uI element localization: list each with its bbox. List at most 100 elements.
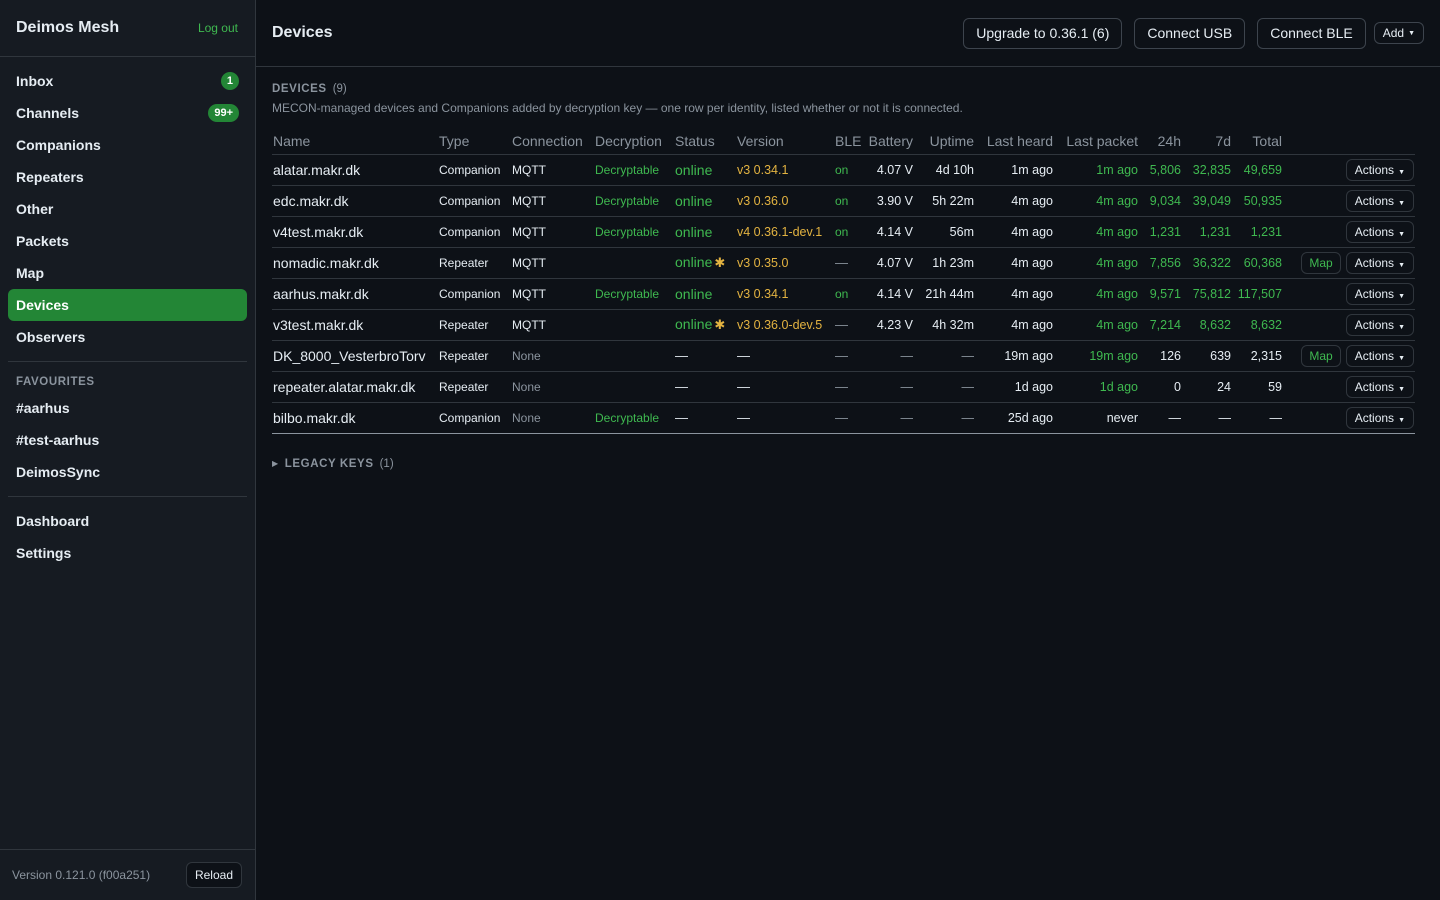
device-name: nomadic.makr.dk — [272, 247, 438, 279]
actions-button-label: Actions — [1354, 348, 1395, 363]
device-actions-cell: Map Actions ▼ — [1286, 247, 1415, 279]
device-count-total: 1,231 — [1235, 216, 1286, 248]
caret-down-icon: ▼ — [1398, 230, 1405, 238]
actions-button[interactable]: Actions ▼ — [1345, 251, 1414, 274]
upgrade-button[interactable]: Upgrade to 0.36.1 (6) — [963, 17, 1123, 49]
connect-ble-button[interactable]: Connect BLE — [1257, 17, 1366, 49]
device-type: Repeater — [438, 247, 511, 279]
actions-button[interactable]: Actions ▼ — [1345, 313, 1414, 336]
device-last-heard: 19m ago — [978, 340, 1057, 372]
device-decryption — [594, 247, 674, 279]
add-button[interactable]: Add ▼ — [1373, 22, 1424, 44]
actions-button[interactable]: Actions ▼ — [1345, 406, 1414, 429]
sidebar-item-inbox[interactable]: Inbox 1 — [8, 65, 247, 97]
column-header-battery: Battery — [867, 128, 917, 155]
device-uptime: 5h 22m — [917, 185, 978, 217]
device-version: — — [736, 402, 834, 434]
sidebar-item-channels[interactable]: Channels 99+ — [8, 97, 247, 129]
device-actions-cell: Actions ▼ — [1286, 402, 1415, 434]
sidebar-item-packets[interactable]: Packets — [8, 225, 247, 257]
status-label: — — [675, 410, 688, 425]
device-ble: — — [834, 371, 867, 403]
device-connection: MQTT — [511, 247, 594, 279]
favourite-item-aarhus[interactable]: #aarhus — [8, 392, 247, 424]
legacy-keys-count: (1) — [379, 457, 394, 470]
favourite-label: #test-aarhus — [16, 432, 100, 448]
device-actions: Actions ▼ — [1287, 375, 1414, 398]
sidebar-item-dashboard[interactable]: Dashboard — [8, 505, 247, 537]
sidebar-divider — [8, 361, 247, 362]
device-status: online — [674, 154, 736, 186]
device-actions: Map Actions ▼ — [1287, 251, 1414, 274]
device-count-total: 8,632 — [1235, 309, 1286, 341]
caret-down-icon: ▼ — [1398, 354, 1405, 362]
device-type: Companion — [438, 402, 511, 434]
legacy-keys-toggle[interactable]: ▶ LEGACY KEYS (1) — [272, 458, 1424, 470]
device-actions: Map Actions ▼ — [1287, 344, 1414, 367]
device-ble: on — [834, 278, 867, 310]
actions-button[interactable]: Actions ▼ — [1345, 189, 1414, 212]
device-count-24h: 7,856 — [1142, 247, 1185, 279]
logout-link[interactable]: Log out — [198, 21, 238, 35]
device-ble: — — [834, 247, 867, 279]
device-version: v3 0.36.0-dev.5 — [736, 309, 834, 341]
device-last-packet: never — [1057, 402, 1142, 434]
sidebar-item-label: Packets — [16, 233, 69, 249]
sidebar-header: Deimos Mesh Log out — [0, 0, 255, 57]
device-ble: — — [834, 402, 867, 434]
devices-table: Name Type Connection Decryption Status Versio… — [272, 128, 1415, 434]
main-panel: Devices Upgrade to 0.36.1 (6) Connect US… — [256, 0, 1440, 900]
sidebar-item-devices[interactable]: Devices — [8, 289, 247, 321]
device-actions-cell: Map Actions ▼ — [1286, 340, 1415, 372]
sidebar-item-repeaters[interactable]: Repeaters — [8, 161, 247, 193]
device-type: Companion — [438, 278, 511, 310]
device-battery: — — [867, 371, 917, 403]
device-decryption: Decryptable — [594, 216, 674, 248]
device-status: — — [674, 340, 736, 372]
topbar-actions: Upgrade to 0.36.1 (6) Connect USB Connec… — [963, 17, 1424, 49]
column-header-last-heard: Last heard — [978, 128, 1057, 155]
sidebar-item-label: Dashboard — [16, 513, 90, 529]
section-title-label: DEVICES — [272, 83, 327, 95]
sidebar-item-label: Channels — [16, 105, 80, 121]
device-uptime: 56m — [917, 216, 978, 248]
sidebar-item-companions[interactable]: Companions — [8, 129, 247, 161]
sidebar-item-map[interactable]: Map — [8, 257, 247, 289]
sidebar-item-other[interactable]: Other — [8, 193, 247, 225]
device-uptime: 21h 44m — [917, 278, 978, 310]
sidebar-item-settings[interactable]: Settings — [8, 537, 247, 569]
device-version: — — [736, 340, 834, 372]
table-row: DK_8000_VesterbroTorv Repeater None — — — — —19… — [272, 340, 1415, 372]
connect-usb-button[interactable]: Connect USB — [1134, 17, 1246, 49]
device-decryption: Decryptable — [594, 154, 674, 186]
table-row: v3test.makr.dk Repeater MQTT online ✱ v3 0.36… — [272, 309, 1415, 341]
favourite-item-deimossync[interactable]: DeimosSync — [8, 456, 247, 488]
actions-button[interactable]: Actions ▼ — [1345, 344, 1414, 367]
status-label: online — [675, 161, 713, 178]
sidebar-item-observers[interactable]: Observers — [8, 321, 247, 353]
table-row: v4test.makr.dk Companion MQTT Decryptable on… — [272, 216, 1415, 248]
device-actions: Actions ▼ — [1287, 220, 1414, 243]
actions-button[interactable]: Actions ▼ — [1345, 158, 1414, 181]
status-label: online — [675, 254, 713, 270]
favourite-item-test-aarhus[interactable]: #test-aarhus — [8, 424, 247, 456]
device-uptime: 1h 23m — [917, 247, 978, 279]
device-ble: on — [834, 154, 867, 186]
reload-button[interactable]: Reload — [185, 862, 242, 888]
map-button[interactable]: Map — [1301, 251, 1341, 274]
actions-button[interactable]: Actions ▼ — [1345, 220, 1414, 243]
map-button[interactable]: Map — [1301, 344, 1341, 367]
actions-button[interactable]: Actions ▼ — [1345, 375, 1414, 398]
devices-section: DEVICES (9) MECON-managed devices and Com… — [256, 67, 1440, 470]
caret-down-icon: ▼ — [1398, 323, 1405, 331]
actions-button-label: Actions — [1354, 286, 1395, 301]
table-row: edc.makr.dk Companion MQTT Decryptable onlin… — [272, 185, 1415, 217]
device-status: online ✱ — [674, 309, 736, 341]
sidebar-item-label: Map — [16, 265, 44, 281]
device-count-24h: 5,806 — [1142, 154, 1185, 186]
device-type: Companion — [438, 154, 511, 186]
device-last-heard: 4m ago — [978, 278, 1057, 310]
actions-button[interactable]: Actions ▼ — [1345, 282, 1414, 305]
star-icon: ✱ — [714, 317, 726, 332]
bottom-nav: Dashboard Settings — [0, 505, 255, 569]
